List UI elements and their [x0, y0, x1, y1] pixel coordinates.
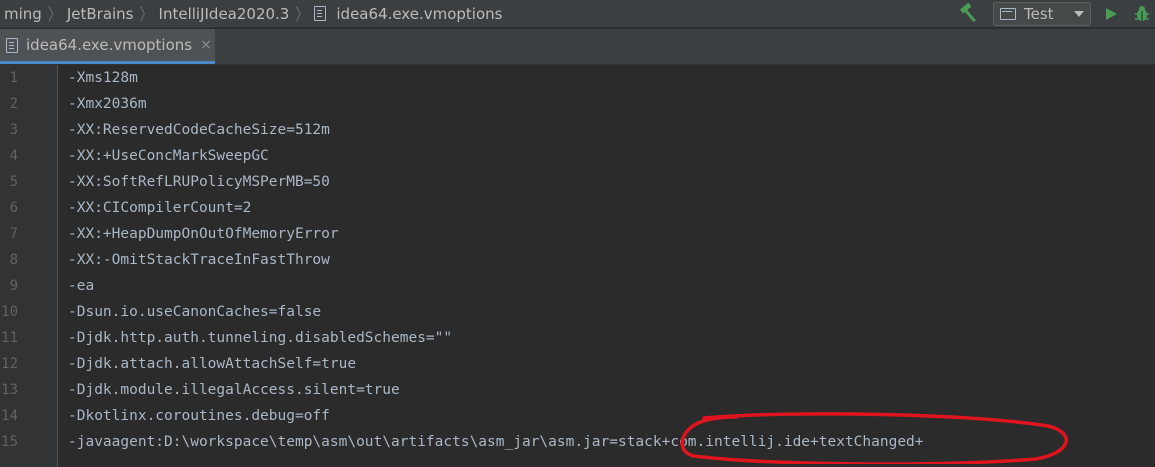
- line-number: 5: [9, 174, 18, 190]
- line-number: 11: [1, 330, 18, 346]
- code-text[interactable]: -ea: [68, 273, 94, 299]
- chevron-down-icon: [1074, 11, 1084, 17]
- build-hammer-icon[interactable]: [957, 2, 981, 26]
- code-line[interactable]: 3 -XX:ReservedCodeCacheSize=512m: [0, 117, 1155, 143]
- breadcrumb-item-user[interactable]: ming: [0, 5, 46, 23]
- code-line[interactable]: 2 -Xmx2036m: [0, 91, 1155, 117]
- tab-label: idea64.exe.vmoptions: [26, 36, 193, 54]
- run-icon[interactable]: [1103, 6, 1119, 22]
- breadcrumb-separator-icon: 〉: [295, 6, 309, 26]
- code-text[interactable]: -Dsun.io.useCanonCaches=false: [68, 299, 321, 325]
- code-line[interactable]: 12 -Djdk.attach.allowAttachSelf=true: [0, 351, 1155, 377]
- code-line[interactable]: 1 -Xms128m: [0, 65, 1155, 91]
- run-configuration-selector[interactable]: Test: [993, 2, 1091, 26]
- code-line[interactable]: 15 -javaagent:D:\workspace\temp\asm\out\…: [0, 429, 1155, 455]
- code-line[interactable]: 9 -ea: [0, 273, 1155, 299]
- code-editor[interactable]: 1 -Xms128m 2 -Xmx2036m 3 -XX:ReservedCod…: [0, 65, 1155, 467]
- code-text[interactable]: -XX:SoftRefLRUPolicyMSPerMB=50: [68, 169, 330, 195]
- code-text[interactable]: -Djdk.module.illegalAccess.silent=true: [68, 377, 400, 403]
- line-number: 9: [9, 278, 18, 294]
- code-text[interactable]: -XX:ReservedCodeCacheSize=512m: [68, 117, 330, 143]
- code-line[interactable]: 6 -XX:CICompilerCount=2: [0, 195, 1155, 221]
- code-line[interactable]: 7 -XX:+HeapDumpOnOutOfMemoryError: [0, 221, 1155, 247]
- line-number: 13: [1, 382, 18, 398]
- debug-bug-icon[interactable]: [1133, 5, 1151, 23]
- breadcrumb-separator-icon: 〉: [139, 6, 153, 26]
- line-number: 7: [9, 226, 18, 242]
- code-line[interactable]: 10 -Dsun.io.useCanonCaches=false: [0, 299, 1155, 325]
- line-number: 2: [9, 96, 18, 112]
- code-text[interactable]: -javaagent:D:\workspace\temp\asm\out\art…: [68, 429, 924, 455]
- line-number: 1: [9, 70, 18, 86]
- code-text[interactable]: -XX:+UseConcMarkSweepGC: [68, 143, 269, 169]
- code-line[interactable]: 11 -Djdk.http.auth.tunneling.disabledSch…: [0, 325, 1155, 351]
- code-text[interactable]: -Xms128m: [68, 65, 138, 91]
- line-number: 10: [1, 304, 18, 320]
- breadcrumb: ming 〉 JetBrains 〉 IntelliJIdea2020.3 〉 …: [0, 0, 506, 28]
- editor-tab-bar: idea64.exe.vmoptions ×: [0, 29, 1155, 65]
- run-config-icon: [1000, 8, 1016, 20]
- code-line[interactable]: 14 -Dkotlinx.coroutines.debug=off: [0, 403, 1155, 429]
- code-text[interactable]: -Djdk.attach.allowAttachSelf=true: [68, 351, 356, 377]
- code-text[interactable]: -XX:CICompilerCount=2: [68, 195, 251, 221]
- line-number: 12: [1, 356, 18, 372]
- breadcrumb-separator-icon: 〉: [47, 6, 61, 26]
- code-line[interactable]: 4 -XX:+UseConcMarkSweepGC: [0, 143, 1155, 169]
- line-number: 6: [9, 200, 18, 216]
- line-number: 15: [1, 434, 18, 450]
- file-icon: [6, 37, 18, 53]
- line-number: 14: [1, 408, 18, 424]
- file-icon: [314, 6, 327, 21]
- breadcrumb-item-intellij[interactable]: IntelliJIdea2020.3: [155, 5, 294, 23]
- breadcrumb-item-file[interactable]: idea64.exe.vmoptions: [332, 5, 506, 23]
- line-number: 3: [9, 122, 18, 138]
- code-text[interactable]: -XX:+HeapDumpOnOutOfMemoryError: [68, 221, 339, 247]
- code-line[interactable]: 5 -XX:SoftRefLRUPolicyMSPerMB=50: [0, 169, 1155, 195]
- navigation-bar: ming 〉 JetBrains 〉 IntelliJIdea2020.3 〉 …: [0, 0, 1155, 28]
- breadcrumb-item-jetbrains[interactable]: JetBrains: [63, 5, 138, 23]
- code-text[interactable]: -Dkotlinx.coroutines.debug=off: [68, 403, 330, 429]
- code-line[interactable]: 8 -XX:-OmitStackTraceInFastThrow: [0, 247, 1155, 273]
- code-text[interactable]: -XX:-OmitStackTraceInFastThrow: [68, 247, 330, 273]
- line-number: 4: [9, 148, 18, 164]
- run-config-label: Test: [1024, 5, 1054, 23]
- tab-idea64-vmoptions[interactable]: idea64.exe.vmoptions ×: [0, 29, 215, 64]
- toolbar: Test: [957, 0, 1155, 28]
- close-icon[interactable]: ×: [200, 37, 212, 53]
- code-line[interactable]: 13 -Djdk.module.illegalAccess.silent=tru…: [0, 377, 1155, 403]
- line-number: 8: [9, 252, 18, 268]
- code-text[interactable]: -Xmx2036m: [68, 91, 147, 117]
- code-text[interactable]: -Djdk.http.auth.tunneling.disabledScheme…: [68, 325, 452, 351]
